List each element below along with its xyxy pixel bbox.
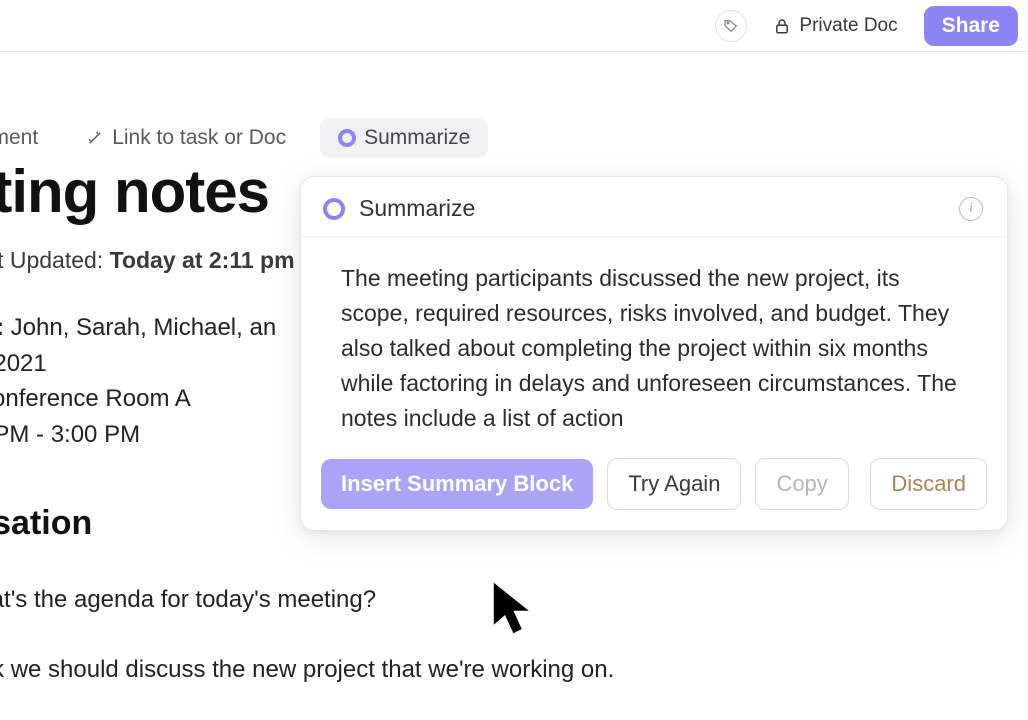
top-bar: Private Doc Share [0, 0, 1028, 52]
wand-icon [86, 129, 104, 147]
conversation-line-2[interactable]: nink we should discuss the new project t… [0, 653, 1028, 687]
ai-orb-icon [338, 129, 356, 147]
updated-value: Today at 2:11 pm [110, 247, 295, 273]
try-again-button[interactable]: Try Again [607, 458, 741, 510]
private-doc-label: Private Doc [799, 15, 897, 37]
popover-title: Summarize [359, 195, 475, 222]
add-comment-button[interactable]: mment [0, 120, 52, 156]
line2-text: nink we should discuss the new project t… [0, 656, 614, 683]
inline-toolbar: mment Link to task or Doc Summarize [0, 118, 488, 158]
comment-label-fragment: mment [0, 126, 38, 150]
link-label: Link to task or Doc [112, 126, 286, 150]
time-value: 00 PM - 3:00 PM [0, 421, 140, 448]
updated-prefix: Last Updated: [0, 247, 110, 273]
participants-label-fragment: nts: [0, 314, 11, 341]
summarize-label: Summarize [364, 126, 470, 150]
info-icon[interactable]: i [959, 197, 983, 221]
popover-actions: Insert Summary Block Try Again Copy Disc… [301, 446, 1007, 530]
lock-icon [773, 17, 791, 35]
participants-value: John, Sarah, Michael, an [11, 314, 277, 341]
private-doc-indicator[interactable]: Private Doc [763, 9, 907, 43]
popover-title-group: Summarize [323, 195, 475, 222]
copy-button[interactable]: Copy [755, 458, 848, 510]
link-to-task-button[interactable]: Link to task or Doc [72, 120, 300, 156]
summarize-popover: Summarize i The meeting participants dis… [300, 176, 1008, 531]
share-button[interactable]: Share [924, 6, 1018, 46]
summary-text: The meeting participants discussed the n… [301, 237, 1007, 446]
cursor-icon [488, 580, 536, 636]
discard-button[interactable]: Discard [870, 458, 987, 510]
insert-summary-button[interactable]: Insert Summary Block [321, 459, 593, 509]
summarize-button[interactable]: Summarize [320, 118, 488, 158]
date-value: 15/2021 [0, 350, 47, 377]
tag-icon[interactable] [715, 10, 747, 42]
popover-header: Summarize i [301, 177, 1007, 237]
location-value: Conference Room A [0, 385, 191, 412]
line1-text: what's the agenda for today's meeting? [0, 586, 376, 613]
ai-orb-icon [323, 198, 345, 220]
